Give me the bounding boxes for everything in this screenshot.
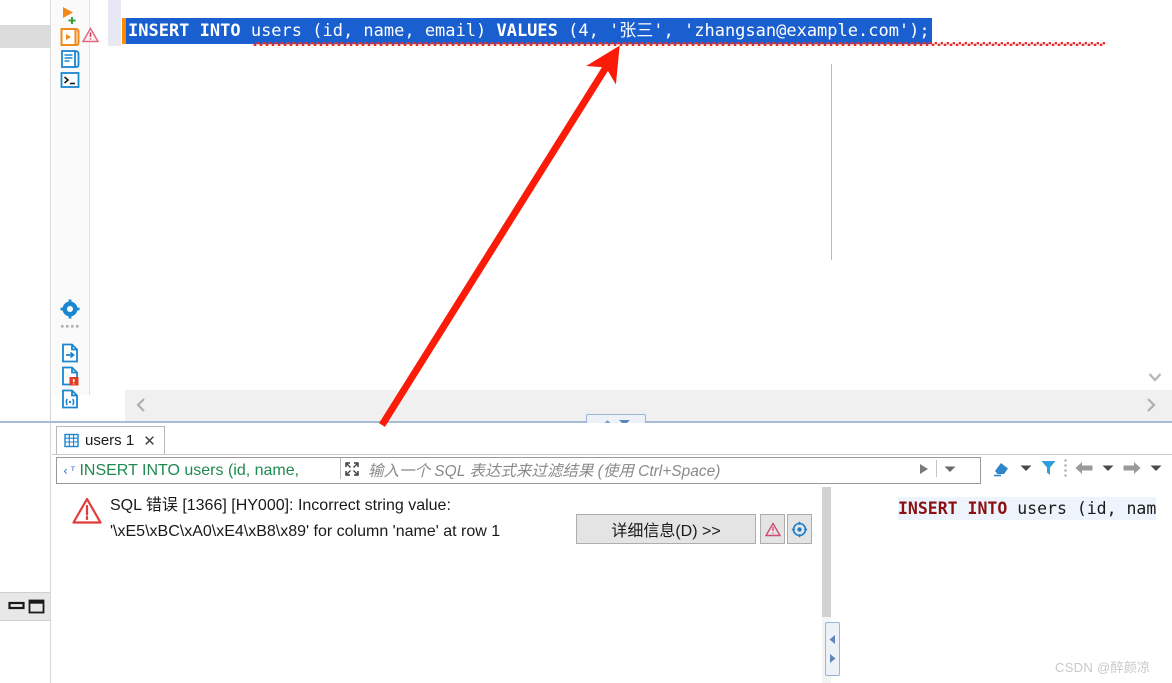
scroll-left-chevron-icon[interactable]: [133, 396, 149, 414]
scrollbar-thumb[interactable]: [822, 487, 831, 617]
errors-icon[interactable]: [59, 365, 81, 387]
sql-error-squiggle: [253, 42, 1105, 46]
gutter-marker-line: [108, 23, 121, 46]
results-panel: users 1 ✕ ‹ᵀ INSERT INTO users (id, name…: [52, 423, 1172, 683]
error-message-text: SQL 错误 [1366] [HY000]: Incorrect string …: [110, 497, 501, 540]
triangle-left-icon[interactable]: [828, 634, 837, 645]
grid-table-icon: [64, 433, 79, 448]
chevron-down-icon[interactable]: [943, 464, 957, 474]
vertical-splitter[interactable]: [831, 64, 832, 260]
sql-values-list: (4, '张三', 'zhangsan@example.com');: [557, 21, 930, 41]
navigate-forward-icon[interactable]: [1122, 460, 1142, 476]
preview-rest: users (id, nam: [1007, 499, 1157, 518]
gutter-warning-triangle-icon[interactable]: [82, 27, 99, 43]
sql-table-and-columns: users (id, name, email): [240, 21, 497, 41]
filter-expand-icon[interactable]: [340, 458, 363, 479]
filter-input-value: INSERT INTO users (id, name,: [79, 461, 300, 479]
sql-keyword-insert-into: INSERT INTO: [128, 21, 241, 41]
filter-run-controls[interactable]: [917, 456, 975, 481]
sql-statement-line[interactable]: INSERT INTO users (id, name, email) VALU…: [125, 18, 932, 44]
navigate-back-icon[interactable]: [1074, 460, 1094, 476]
editor-vertical-scroll-column[interactable]: [1144, 0, 1172, 390]
export-data-icon[interactable]: [59, 342, 81, 364]
statement-preview-panel: INSERT INTO users (id, nam: [832, 487, 1172, 683]
results-toolbar: [992, 459, 1163, 477]
window-panel-icon[interactable]: [28, 599, 46, 615]
results-filter-bar: ‹ᵀ INSERT INTO users (id, name, 输入一个 SQL…: [52, 455, 1172, 487]
filter-placeholder: 输入一个 SQL 表达式来过滤结果 (使用 Ctrl+Space): [368, 463, 721, 480]
sql-editor[interactable]: INSERT INTO users (id, name, email) VALU…: [125, 0, 1144, 390]
error-message-area: SQL 错误 [1366] [HY000]: Incorrect string …: [52, 487, 831, 683]
chevron-down-icon[interactable]: [1101, 463, 1115, 473]
error-warning-button[interactable]: [760, 514, 785, 544]
triangle-right-icon[interactable]: [828, 653, 837, 664]
left-rail: [0, 0, 51, 683]
dots-separator-icon: [59, 322, 81, 344]
dots-separator-icon: [1064, 459, 1067, 477]
clear-filter-icon[interactable]: [992, 459, 1012, 477]
preview-sql-line: INSERT INTO users (id, nam: [898, 497, 1157, 520]
watermark: CSDN @醉颜凉: [1055, 660, 1151, 675]
restore-window-icon[interactable]: [8, 599, 26, 613]
result-tab-label: users 1: [85, 432, 135, 449]
execute-statement-icon[interactable]: [59, 4, 81, 26]
warning-triangle-icon: [72, 497, 102, 525]
run-filter-icon[interactable]: [917, 462, 930, 476]
scroll-right-chevron-icon[interactable]: [1143, 396, 1159, 414]
warning-triangle-icon: [764, 521, 781, 536]
editor-gutter: [90, 0, 125, 395]
console-icon[interactable]: [59, 69, 81, 91]
execute-script-icon[interactable]: [59, 26, 81, 48]
editor-change-bar: [122, 18, 126, 44]
result-tab-users-1[interactable]: users 1 ✕: [56, 426, 165, 454]
sql-keyword-values: VALUES: [496, 21, 558, 41]
chevron-down-icon[interactable]: [1149, 463, 1163, 473]
sql-log-icon[interactable]: [59, 48, 81, 70]
filter-funnel-icon[interactable]: [1040, 459, 1057, 477]
locate-error-button[interactable]: [787, 514, 812, 544]
detail-button[interactable]: 详细信息(D) >>: [576, 514, 756, 544]
crosshair-target-icon: [791, 521, 808, 537]
settings-gear-icon[interactable]: [59, 298, 81, 320]
editor-scroll-down-chevron-icon[interactable]: [1146, 368, 1164, 386]
editor-horizontal-scrollbar[interactable]: [125, 390, 1172, 422]
text-expression-icon: ‹ᵀ: [62, 463, 77, 478]
editor-tool-strip: [52, 0, 90, 409]
chevron-down-icon[interactable]: [1019, 463, 1033, 473]
left-rail-highlight-band: [0, 25, 50, 48]
close-icon[interactable]: ✕: [143, 432, 156, 450]
gutter-marker-top: [108, 0, 121, 23]
dbeaver-window: INSERT INTO users (id, name, email) VALU…: [0, 0, 1172, 683]
preview-keyword: INSERT INTO: [898, 499, 1008, 518]
vertical-splitter-grip[interactable]: [825, 622, 840, 676]
parameters-icon[interactable]: [59, 388, 81, 410]
results-tabbar: users 1 ✕: [52, 423, 1172, 455]
